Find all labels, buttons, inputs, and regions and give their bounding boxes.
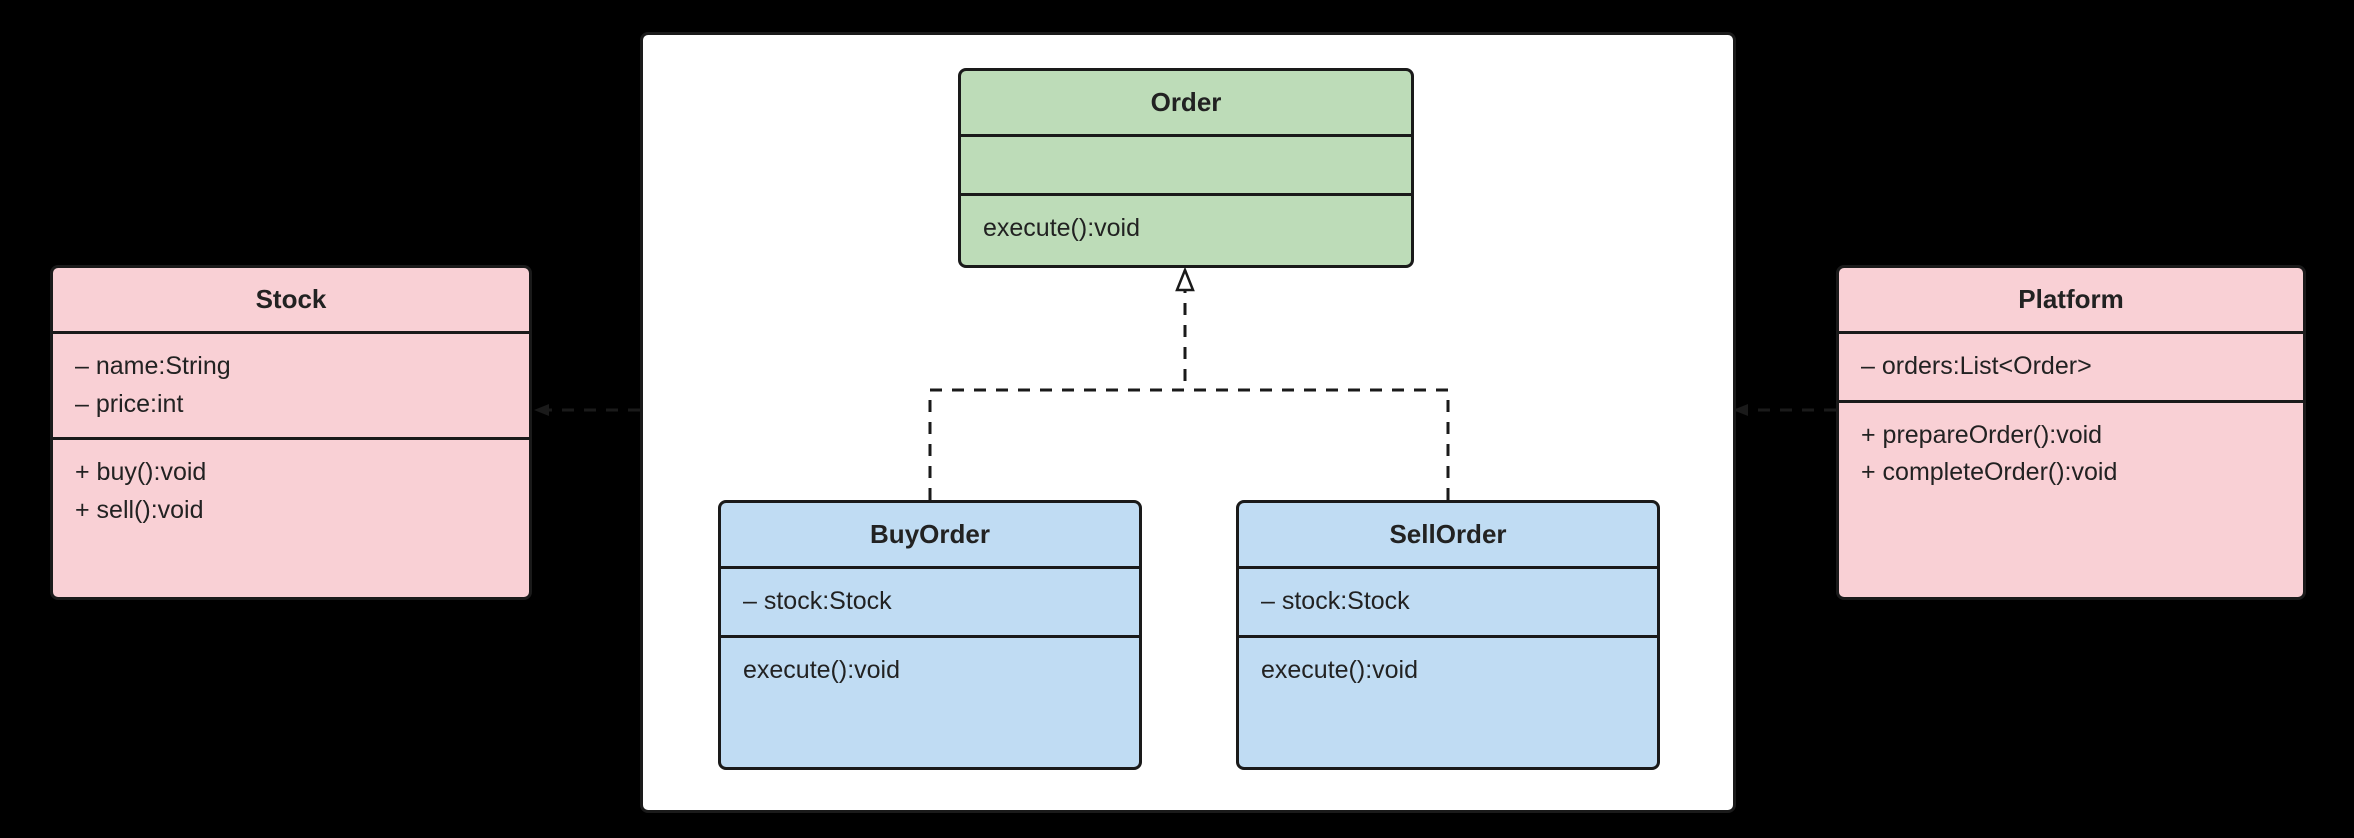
class-sellorder: SellOrder – stock:Stock execute():void — [1236, 500, 1660, 770]
class-platform: Platform – orders:List<Order> + prepareO… — [1836, 265, 2306, 600]
class-attributes: – stock:Stock — [1239, 569, 1657, 638]
class-title: SellOrder — [1239, 503, 1657, 569]
attribute: – stock:Stock — [743, 583, 1117, 621]
class-attributes — [961, 137, 1411, 196]
class-title: Stock — [53, 268, 529, 334]
operation: + buy():void — [75, 454, 507, 492]
operation: execute():void — [983, 210, 1389, 248]
class-title: Platform — [1839, 268, 2303, 334]
class-title: Order — [961, 71, 1411, 137]
class-operations: + prepareOrder():void + completeOrder():… — [1839, 403, 2303, 598]
class-order: Order execute():void — [958, 68, 1414, 268]
class-title: BuyOrder — [721, 503, 1139, 569]
attribute: – stock:Stock — [1261, 583, 1635, 621]
attribute: – orders:List<Order> — [1861, 348, 2281, 386]
class-operations: execute():void — [721, 638, 1139, 768]
class-attributes: – name:String – price:int — [53, 334, 529, 440]
class-buyorder: BuyOrder – stock:Stock execute():void — [718, 500, 1142, 770]
realize-sell-to-order — [1185, 390, 1448, 500]
operation: + prepareOrder():void — [1861, 417, 2281, 455]
attribute: – price:int — [75, 386, 507, 424]
operation: + completeOrder():void — [1861, 454, 2281, 492]
attribute: – name:String — [75, 348, 507, 386]
class-attributes: – stock:Stock — [721, 569, 1139, 638]
class-stock: Stock – name:String – price:int + buy():… — [50, 265, 532, 600]
class-attributes: – orders:List<Order> — [1839, 334, 2303, 403]
uml-diagram: Stock – name:String – price:int + buy():… — [0, 0, 2354, 838]
operation: execute():void — [1261, 652, 1635, 690]
realize-buy-to-order — [930, 270, 1185, 500]
operation: + sell():void — [75, 492, 507, 530]
operation: execute():void — [743, 652, 1117, 690]
class-operations: execute():void — [961, 196, 1411, 265]
class-operations: + buy():void + sell():void — [53, 440, 529, 597]
class-operations: execute():void — [1239, 638, 1657, 768]
